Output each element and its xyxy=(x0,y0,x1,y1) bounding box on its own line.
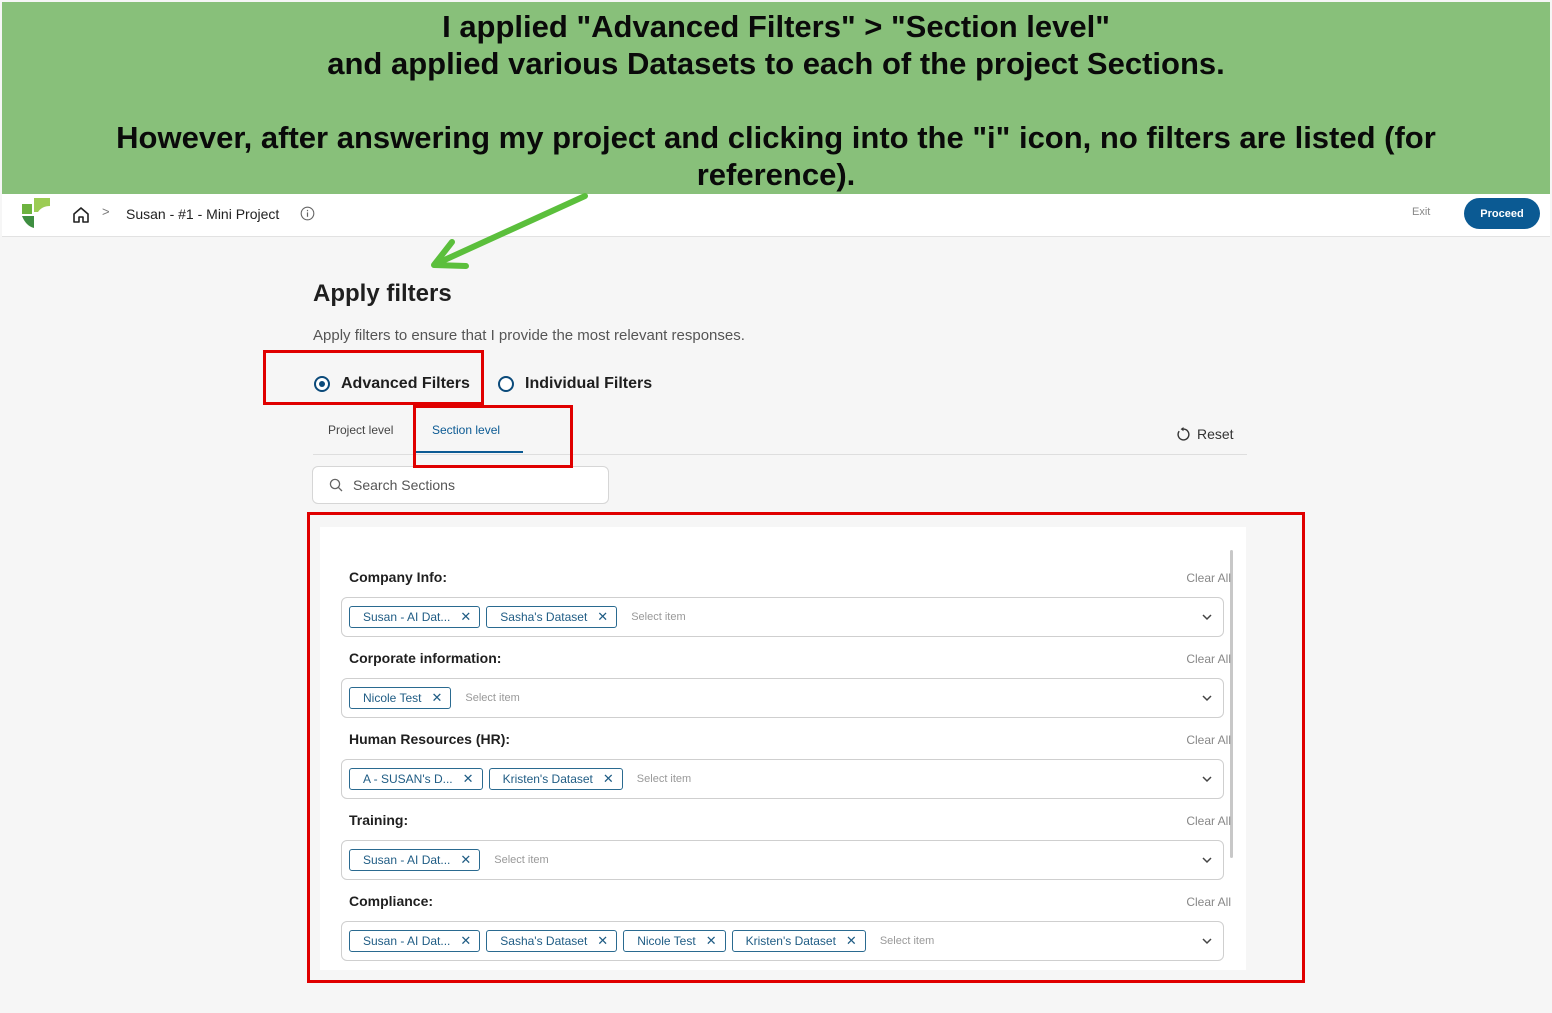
advanced-filters-label: Advanced Filters xyxy=(341,375,470,392)
home-icon[interactable] xyxy=(72,206,90,224)
search-sections-field[interactable] xyxy=(312,466,609,504)
dataset-multiselect[interactable]: Susan - AI Dat... ✕ Sasha's Dataset ✕ Select… xyxy=(341,597,1224,637)
section-filter-3: Training: Clear All Susan - AI Dat... ✕ Sele… xyxy=(341,812,1231,892)
clear-all-button[interactable]: Clear All xyxy=(1186,571,1231,585)
dataset-chip: Sasha's Dataset ✕ xyxy=(486,930,618,952)
dataset-chip-label: Susan - AI Dat... xyxy=(363,853,451,867)
clear-all-button[interactable]: Clear All xyxy=(1186,814,1231,828)
close-icon[interactable]: ✕ xyxy=(460,933,471,949)
close-icon[interactable]: ✕ xyxy=(463,771,474,787)
top-nav-bar: > Susan - #1 - Mini Project Exit Proceed xyxy=(2,190,1550,237)
section-filter-2: Human Resources (HR): Clear All A - SUSAN'… xyxy=(341,731,1231,811)
project-title[interactable]: Susan - #1 - Mini Project xyxy=(126,206,279,222)
dataset-chip-label: Sasha's Dataset xyxy=(500,934,588,948)
dataset-chip-label: Susan - AI Dat... xyxy=(363,934,451,948)
exit-button[interactable]: Exit xyxy=(1412,206,1430,218)
chevron-down-icon[interactable] xyxy=(1201,611,1213,623)
chevron-down-icon[interactable] xyxy=(1201,854,1213,866)
dataset-chip: Susan - AI Dat... ✕ xyxy=(349,606,481,628)
section-label: Compliance: xyxy=(349,893,434,909)
dataset-chip-label: Nicole Test xyxy=(363,691,422,705)
tabs-divider xyxy=(313,454,1247,455)
dataset-chip: A - SUSAN's D... ✕ xyxy=(349,768,483,790)
dataset-chip: Susan - AI Dat... ✕ xyxy=(349,930,481,952)
annotation-line-2: and applied various Datasets to each of … xyxy=(327,46,1225,81)
clear-all-button[interactable]: Clear All xyxy=(1186,895,1231,909)
close-icon[interactable]: ✕ xyxy=(431,690,442,706)
radio-selected-icon[interactable] xyxy=(314,376,330,392)
dataset-chip: Kristen's Dataset ✕ xyxy=(488,768,623,790)
logo-icon[interactable] xyxy=(20,196,54,230)
search-icon xyxy=(329,478,343,492)
advanced-filters-radio[interactable]: Advanced Filters xyxy=(314,375,470,393)
reset-icon xyxy=(1177,426,1190,441)
dataset-multiselect[interactable]: Nicole Test ✕ Select item xyxy=(341,678,1224,718)
proceed-button[interactable]: Proceed xyxy=(1464,198,1540,229)
select-item-placeholder[interactable]: Select item xyxy=(465,692,519,704)
active-tab-indicator xyxy=(416,451,523,453)
section-filter-0: Company Info: Clear All Susan - AI Dat... ✕… xyxy=(341,569,1231,649)
individual-filters-radio[interactable]: Individual Filters xyxy=(498,375,652,393)
info-icon[interactable] xyxy=(300,206,315,221)
dataset-multiselect[interactable]: Susan - AI Dat... ✕ Sasha's Dataset ✕ Nicole… xyxy=(341,921,1224,961)
select-item-placeholder[interactable]: Select item xyxy=(637,773,691,785)
dataset-chip: Nicole Test ✕ xyxy=(623,930,726,952)
clear-all-button[interactable]: Clear All xyxy=(1186,652,1231,666)
dataset-chip-label: Sasha's Dataset xyxy=(500,610,588,624)
reset-button[interactable]: Reset xyxy=(1176,426,1234,442)
dataset-chip: Kristen's Dataset ✕ xyxy=(731,930,866,952)
close-icon[interactable]: ✕ xyxy=(603,771,614,787)
close-icon[interactable]: ✕ xyxy=(460,852,471,868)
section-label: Human Resources (HR): xyxy=(349,731,511,747)
annotation-arrow-icon xyxy=(431,193,588,269)
section-label: Company Info: xyxy=(349,569,447,585)
page-title: Apply filters xyxy=(313,280,452,307)
select-item-placeholder[interactable]: Select item xyxy=(494,854,548,866)
dataset-chip: Nicole Test ✕ xyxy=(349,687,452,709)
section-label: Training: xyxy=(349,812,409,828)
section-filter-1: Corporate information: Clear All Nicole Te… xyxy=(341,650,1231,730)
chevron-down-icon[interactable] xyxy=(1201,773,1213,785)
annotation-banner: I applied "Advanced Filters" > "Section … xyxy=(2,2,1550,194)
dataset-chip: Susan - AI Dat... ✕ xyxy=(349,849,481,871)
dataset-chip-label: A - SUSAN's D... xyxy=(363,772,453,786)
chevron-down-icon[interactable] xyxy=(1201,935,1213,947)
dataset-chip-label: Kristen's Dataset xyxy=(502,772,593,786)
section-label: Corporate information: xyxy=(349,650,502,666)
close-icon[interactable]: ✕ xyxy=(460,609,471,625)
page-subtitle: Apply filters to ensure that I provide t… xyxy=(313,327,745,344)
tab-section-level[interactable]: Section level xyxy=(432,423,500,437)
dataset-chip-label: Susan - AI Dat... xyxy=(363,610,451,624)
radio-unselected-icon[interactable] xyxy=(498,376,514,392)
clear-all-button[interactable]: Clear All xyxy=(1186,733,1231,747)
reset-label: Reset xyxy=(1197,426,1234,442)
dataset-chip-label: Kristen's Dataset xyxy=(745,934,836,948)
chevron-down-icon[interactable] xyxy=(1201,692,1213,704)
select-item-placeholder[interactable]: Select item xyxy=(631,611,685,623)
dataset-multiselect[interactable]: A - SUSAN's D... ✕ Kristen's Dataset ✕ Selec… xyxy=(341,759,1224,799)
annotation-line-3: However, after answering my project and … xyxy=(116,120,1436,192)
individual-filters-label: Individual Filters xyxy=(525,375,653,392)
tab-project-level[interactable]: Project level xyxy=(328,423,393,437)
search-input[interactable] xyxy=(351,476,585,494)
chevron-right-icon: > xyxy=(102,204,110,219)
dataset-multiselect[interactable]: Susan - AI Dat... ✕ Select item xyxy=(341,840,1224,880)
annotation-line-1: I applied "Advanced Filters" > "Section … xyxy=(442,9,1110,44)
close-icon[interactable]: ✕ xyxy=(846,933,857,949)
close-icon[interactable]: ✕ xyxy=(597,933,608,949)
dataset-chip: Sasha's Dataset ✕ xyxy=(486,606,618,628)
close-icon[interactable]: ✕ xyxy=(597,609,608,625)
dataset-chip-label: Nicole Test xyxy=(637,934,696,948)
select-item-placeholder[interactable]: Select item xyxy=(880,935,934,947)
close-icon[interactable]: ✕ xyxy=(706,933,717,949)
section-filter-4: Compliance: Clear All Susan - AI Dat... ✕ Sa… xyxy=(341,893,1231,973)
